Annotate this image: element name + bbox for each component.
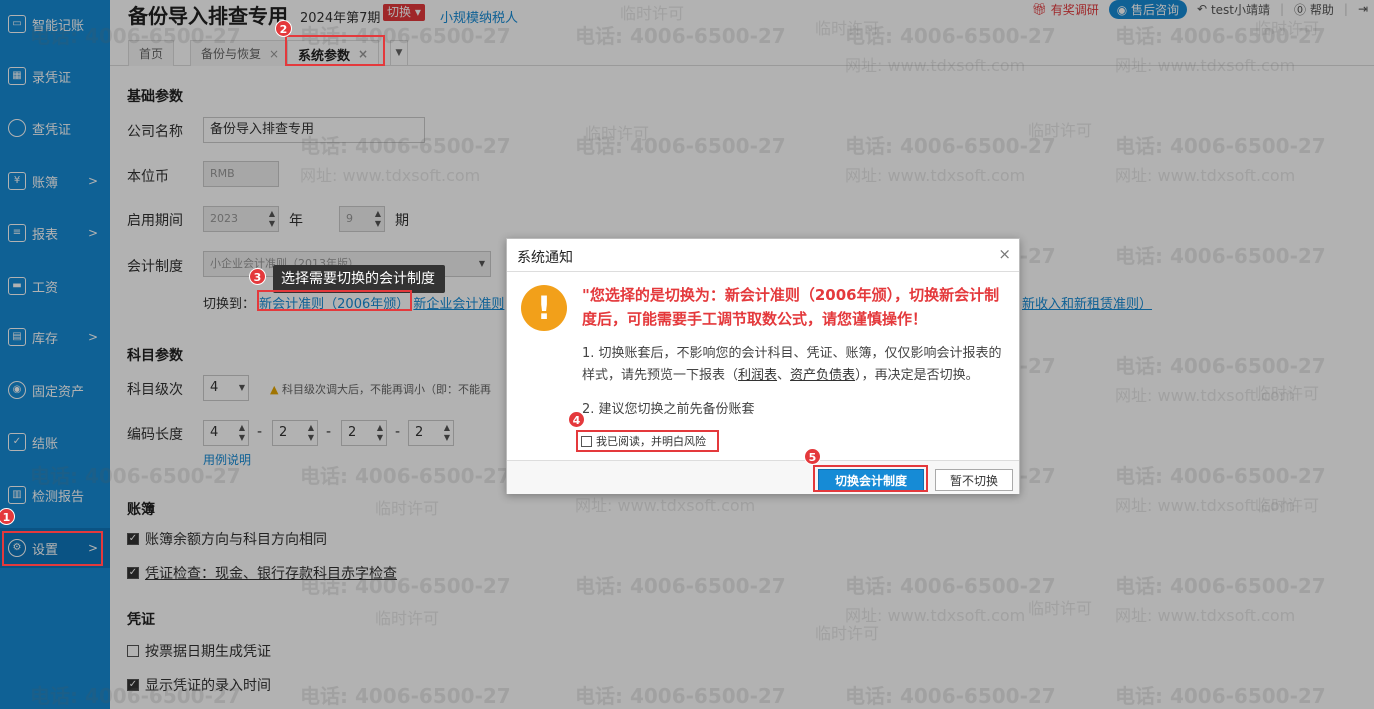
profit-statement-link[interactable]: 利润表 [738,368,777,383]
system-notice-dialog: 系统通知 × ! "您选择的是切换为：新会计准则（2006年颁），切换新会计制度… [506,238,1020,494]
warning-icon: ! [521,285,567,331]
annotation-marker-4: 4 [568,411,585,428]
tooltip-select-system: 选择需要切换的会计制度 [273,265,445,293]
annotation-box-settings [2,531,103,566]
annotation-box-switch-option [257,290,412,311]
cancel-switch-button[interactable]: 暂不切换 [935,469,1013,491]
annotation-marker-5: 5 [804,448,821,465]
annotation-marker-2: 2 [275,20,292,37]
dialog-paragraph-2: 2. 建议您切换之前先备份账套 [582,402,755,417]
dialog-paragraph-1: 1. 切换账套后，不影响您的会计科目、凭证、账簿，仅仅影响会计报表的样式，请先预… [582,346,1002,383]
annotation-box-checkbox [576,430,719,452]
annotation-box-tab [285,35,385,66]
close-icon[interactable]: × [998,245,1011,263]
annotation-box-confirm [813,465,928,492]
dialog-header: 系统通知 × [507,239,1019,272]
dialog-footer: 切换会计制度 暂不切换 [507,460,1019,494]
annotation-marker-3: 3 [249,268,266,285]
dialog-warning-text: "您选择的是切换为：新会计准则（2006年颁），切换新会计制度后，可能需要手工调… [582,286,1000,328]
dialog-title: 系统通知 [517,250,573,266]
balance-sheet-link[interactable]: 资产负债表 [790,368,855,383]
